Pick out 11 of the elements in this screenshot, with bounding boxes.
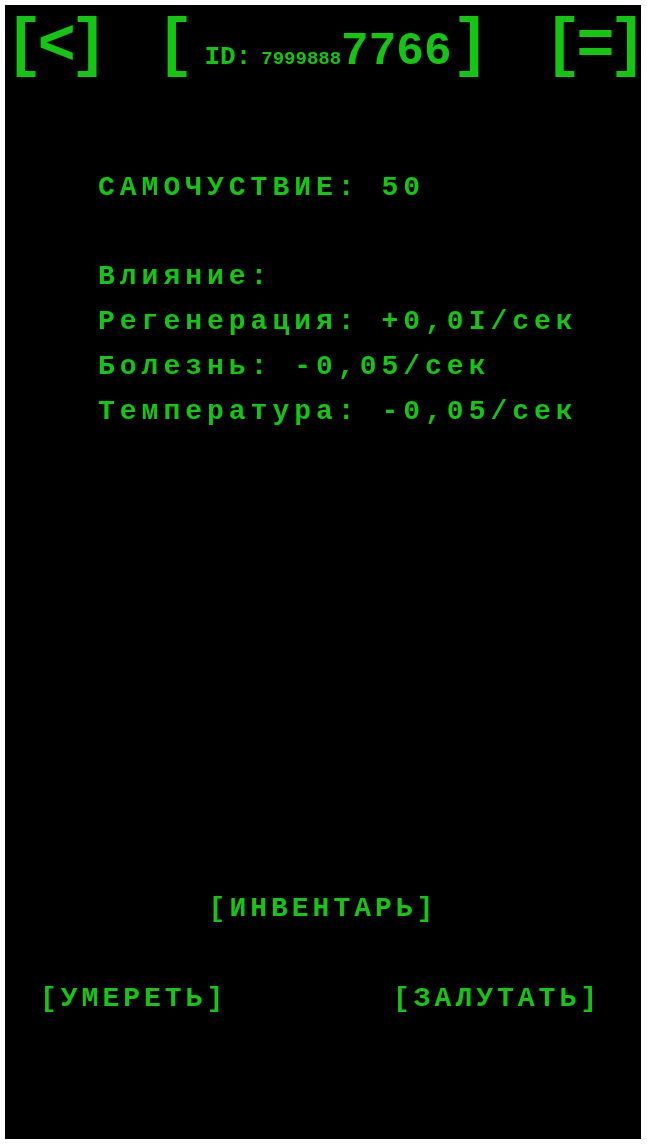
action-button[interactable]: [ЗАЛУТАТЬ] (392, 976, 601, 1021)
wellbeing-stat: САМОЧУСТВИЕ: 50 (98, 171, 427, 205)
menu-button[interactable]: [=] (543, 15, 641, 79)
effect-line: Температура: -0,05/сек (98, 395, 579, 429)
effects-title: Влияние: (98, 260, 274, 294)
effect-line: Регенерация: +0,0I/сек (98, 305, 579, 339)
inventory-button[interactable]: [ИНВЕНТАРЬ] (208, 886, 438, 931)
effect-line: Болезнь: -0,05/сек (98, 350, 492, 384)
action-button[interactable]: [УМЕРЕТЬ] (40, 976, 228, 1021)
back-button[interactable]: [<] (5, 15, 103, 79)
id-button[interactable]: [ID: 7999888 7766] (156, 15, 490, 79)
